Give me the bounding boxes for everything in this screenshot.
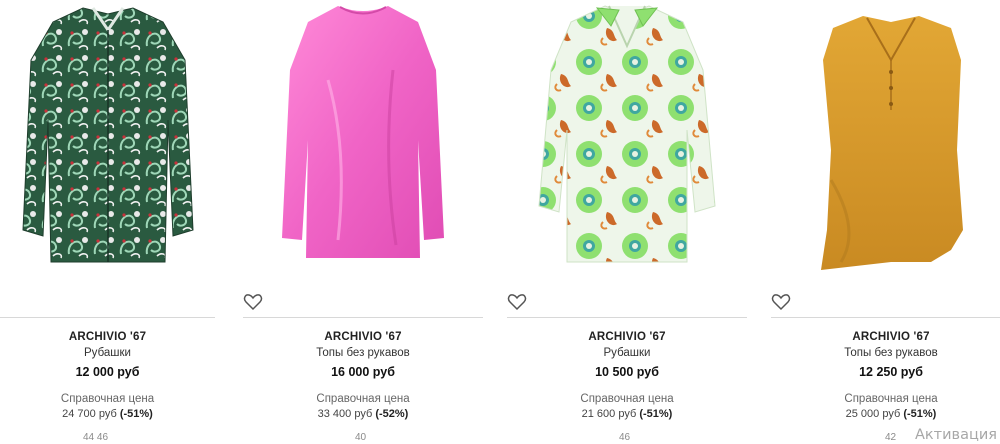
product-info: ARCHIVIO '67 Топы без рукавов 16 000 руб… (243, 330, 483, 422)
product-price: 12 000 руб (75, 365, 140, 379)
card-divider (243, 317, 483, 318)
product-grid: ARCHIVIO '67 Рубашки 12 000 руб Справочн… (0, 0, 1000, 444)
discount-badge: (-51%) (639, 408, 673, 420)
product-price: 12 250 руб (859, 365, 923, 379)
product-brand[interactable]: ARCHIVIO '67 (507, 330, 747, 345)
card-divider (507, 317, 747, 318)
pink-satin-top-image[interactable] (268, 0, 458, 272)
product-price: 16 000 руб (331, 365, 395, 379)
reference-price-value: 25 000 руб (845, 408, 901, 420)
heart-icon (507, 294, 527, 311)
product-info: ARCHIVIO '67 Топы без рукавов 12 250 руб… (771, 330, 1000, 422)
product-brand[interactable]: ARCHIVIO '67 (0, 330, 215, 345)
discount-badge: (-51%) (903, 408, 937, 420)
available-sizes: 40 (355, 432, 367, 443)
product-brand[interactable]: ARCHIVIO '67 (243, 330, 483, 345)
reference-price-label: Справочная цена (580, 393, 674, 405)
discount-badge: (-52%) (375, 408, 409, 420)
available-sizes: 46 (619, 432, 631, 443)
product-category: Рубашки (84, 347, 131, 359)
available-sizes: 42 (885, 432, 897, 443)
product-image-link[interactable] (771, 0, 1000, 280)
product-category: Топы без рукавов (844, 347, 938, 359)
discount-badge: (-51%) (119, 408, 153, 420)
card-divider (771, 317, 1000, 318)
product-card[interactable]: ARCHIVIO '67 Рубашки 12 000 руб Справочн… (0, 0, 215, 444)
product-category: Рубашки (603, 347, 651, 359)
reference-price-value: 21 600 руб (581, 408, 637, 420)
reference-price: 24 700 руб (-51%) (0, 407, 215, 422)
heart-icon (243, 294, 263, 311)
product-category: Топы без рукавов (316, 347, 410, 359)
os-activation-watermark: Активация (915, 427, 997, 443)
product-card[interactable]: ARCHIVIO '67 Топы без рукавов 12 250 руб… (771, 0, 1000, 444)
reference-price-value: 24 700 руб (62, 408, 117, 420)
reference-price-label: Справочная цена (60, 393, 155, 405)
product-image-link[interactable] (0, 0, 215, 280)
heart-icon (771, 294, 791, 311)
reference-price: 33 400 руб (-52%) (243, 407, 483, 422)
reference-price-value: 33 400 руб (317, 408, 373, 420)
product-image-link[interactable] (507, 0, 747, 280)
available-sizes: 44 46 (83, 432, 109, 443)
product-card[interactable]: ARCHIVIO '67 Рубашки 10 500 руб Справочн… (507, 0, 747, 444)
reference-price-label: Справочная цена (844, 393, 938, 405)
product-card[interactable]: ARCHIVIO '67 Топы без рукавов 16 000 руб… (243, 0, 483, 444)
reference-price: 25 000 руб (-51%) (771, 407, 1000, 422)
favorite-button[interactable] (243, 292, 263, 312)
product-image-link[interactable] (243, 0, 483, 280)
reference-price: 21 600 руб (-51%) (507, 407, 747, 422)
card-divider (0, 317, 215, 318)
floral-shirt-image[interactable] (527, 0, 727, 272)
paisley-shirt-image[interactable] (13, 0, 203, 272)
product-info: ARCHIVIO '67 Рубашки 12 000 руб Справочн… (0, 330, 215, 422)
mustard-sleeveless-top-image[interactable] (801, 0, 981, 272)
favorite-button[interactable] (771, 292, 791, 312)
favorite-button[interactable] (507, 292, 527, 312)
product-info: ARCHIVIO '67 Рубашки 10 500 руб Справочн… (507, 330, 747, 422)
product-price: 10 500 руб (595, 365, 659, 379)
reference-price-label: Справочная цена (316, 393, 410, 405)
product-brand[interactable]: ARCHIVIO '67 (771, 330, 1000, 345)
